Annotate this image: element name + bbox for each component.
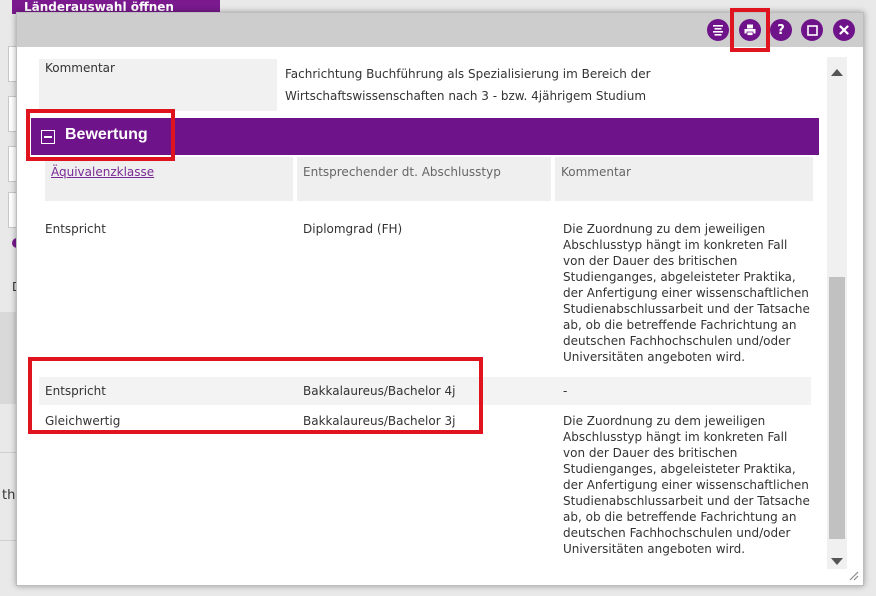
vertical-scrollbar[interactable] xyxy=(827,57,847,569)
close-icon[interactable] xyxy=(833,19,855,41)
table-cell-klasse: Gleichwertig xyxy=(45,414,121,428)
table-cell-kommentar: Die Zuordnung zu dem jeweiligen Abschlus… xyxy=(563,414,810,556)
maximize-icon[interactable] xyxy=(801,19,823,41)
background-band xyxy=(0,312,16,404)
table-cell-abschluss: Diplomgrad (FH) xyxy=(303,222,403,236)
background-divider xyxy=(0,452,16,453)
table-cell-abschluss: Bakkalaureus/Bachelor 3j xyxy=(303,414,456,428)
kommentar-row: Kommentar Fachrichtung Buchführung als S… xyxy=(39,59,813,111)
scroll-up-arrow-icon[interactable] xyxy=(831,69,843,76)
table-cell-klasse: Entspricht xyxy=(45,222,106,236)
section-header-bewertung[interactable]: Bewertung xyxy=(31,118,819,155)
table-cell-abschluss: Bakkalaureus/Bachelor 4j xyxy=(303,384,456,398)
help-button[interactable]: ? xyxy=(770,19,792,41)
dialog-titlebar[interactable]: ? xyxy=(17,13,863,47)
column-header-label: Entsprechender dt. Abschlusstyp xyxy=(303,165,501,179)
scroll-down-arrow-icon[interactable] xyxy=(831,558,843,565)
kommentar-value: Fachrichtung Buchführung als Spezialisie… xyxy=(285,67,651,103)
dialog-content: Kommentar Fachrichtung Buchführung als S… xyxy=(17,47,823,585)
detail-dialog: ? Kommentar Fachrichtung Buchführung als… xyxy=(16,12,864,586)
list-filter-icon[interactable] xyxy=(707,19,729,41)
table-cell-kommentar: - xyxy=(563,384,568,398)
collapse-minus-icon[interactable] xyxy=(41,130,55,144)
column-header-label: Kommentar xyxy=(561,165,631,179)
print-icon[interactable] xyxy=(739,19,761,41)
background-divider xyxy=(0,540,16,541)
table-cell-klasse: Entspricht xyxy=(45,384,106,398)
kommentar-value-cell: Fachrichtung Buchführung als Spezialisie… xyxy=(277,59,813,111)
resize-grip-icon[interactable] xyxy=(847,569,859,581)
column-header-kommentar: Kommentar xyxy=(555,157,813,201)
kommentar-label: Kommentar xyxy=(45,61,115,75)
column-header-aequivalenzklasse[interactable]: Äquivalenzklasse xyxy=(45,157,293,201)
scrollbar-thumb[interactable] xyxy=(829,277,845,539)
section-title: Bewertung xyxy=(65,126,148,143)
table-cell-kommentar: Die Zuordnung zu dem jeweiligen Abschlus… xyxy=(563,222,810,364)
sort-link-aequivalenzklasse[interactable]: Äquivalenzklasse xyxy=(51,165,154,179)
background-text: th xyxy=(2,488,16,503)
help-label: ? xyxy=(777,22,785,38)
column-header-abschlusstyp: Entsprechender dt. Abschlusstyp xyxy=(297,157,551,201)
